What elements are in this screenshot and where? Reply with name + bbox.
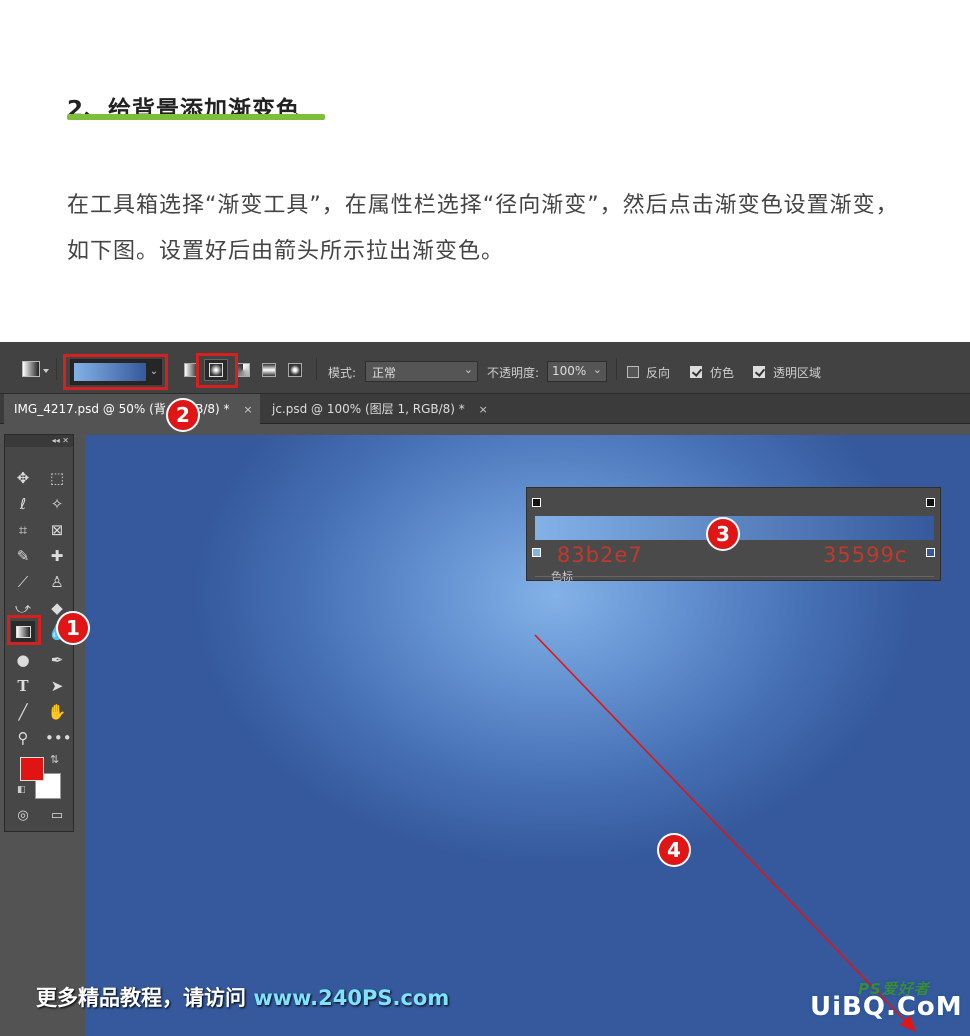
color-stop-right[interactable]: [926, 548, 935, 557]
gradient-picker-highlight: [63, 354, 168, 390]
foreground-color-swatch[interactable]: [20, 757, 44, 781]
divider: [56, 358, 57, 380]
step-badge-1: 1: [56, 611, 90, 645]
eyedropper-tool-icon[interactable]: ✎: [11, 545, 35, 567]
opacity-value: 100%: [552, 364, 587, 378]
photoshop-window: ⌄ 模式: 正常 ⌄ 不透明度: 100% ⌄ 反向 仿色 透明区域 IMG_4…: [0, 342, 970, 1036]
crop-tool-icon[interactable]: ⌗: [11, 519, 35, 541]
angle-gradient-button[interactable]: [236, 363, 250, 377]
left-color-hex: 83b2e7: [557, 543, 643, 567]
more-tools-icon[interactable]: •••: [45, 727, 72, 749]
move-tool-icon[interactable]: ✥: [11, 467, 35, 489]
watermark-url: www.240PS.com: [253, 986, 450, 1010]
close-icon[interactable]: ×: [243, 403, 252, 416]
stamp-tool-icon[interactable]: ♙: [45, 571, 69, 593]
opacity-stop-left[interactable]: [532, 498, 541, 507]
frame-tool-icon[interactable]: ⊠: [45, 519, 69, 541]
divider: [616, 358, 617, 380]
hand-tool-icon[interactable]: ✋: [45, 701, 69, 723]
opacity-input[interactable]: 100% ⌄: [547, 361, 607, 382]
magic-wand-tool-icon[interactable]: ✧: [45, 493, 69, 515]
tab-jc[interactable]: jc.psd @ 100% (图层 1, RGB/8) * ×: [262, 394, 498, 424]
dither-checkbox[interactable]: [690, 366, 702, 378]
swap-colors-icon[interactable]: ⇅: [50, 753, 59, 766]
path-selection-tool-icon[interactable]: ➤: [45, 675, 69, 697]
heading-underline: [67, 114, 325, 120]
diamond-gradient-button[interactable]: [288, 363, 302, 377]
step-badge-4: 4: [657, 833, 691, 867]
toolbox-header[interactable]: ◂◂ ✕: [5, 435, 73, 447]
healing-brush-tool-icon[interactable]: ✚: [45, 545, 69, 567]
reflected-gradient-button[interactable]: [262, 363, 276, 377]
color-stop-left[interactable]: [532, 548, 541, 557]
opacity-stop-right[interactable]: [926, 498, 935, 507]
step-badge-3: 3: [706, 517, 740, 551]
reverse-checkbox[interactable]: [627, 366, 639, 378]
right-color-hex: 35599c: [823, 543, 908, 567]
document-tabs: IMG_4217.psd @ 50% (背 GB/8) * × jc.psd @ …: [0, 394, 970, 424]
divider: [535, 576, 934, 577]
transparency-checkbox[interactable]: [753, 366, 765, 378]
type-tool-icon[interactable]: T: [11, 675, 35, 697]
chevron-down-icon[interactable]: ⌄: [593, 363, 602, 376]
brush-tool-icon[interactable]: ⟋: [11, 571, 35, 593]
watermark-text: 更多精品教程，请访问: [36, 986, 254, 1010]
uibq-watermark: PS爱好者 UiBQ.CoM: [810, 980, 963, 1022]
tool-preset-icon[interactable]: [22, 361, 40, 377]
options-bar: ⌄ 模式: 正常 ⌄ 不透明度: 100% ⌄ 反向 仿色 透明区域: [0, 342, 970, 394]
mode-label: 模式:: [328, 366, 357, 380]
mode-select[interactable]: 正常 ⌄: [365, 361, 478, 382]
opacity-label: 不透明度:: [487, 366, 540, 380]
pen-tool-icon[interactable]: ✒: [45, 649, 69, 671]
close-icon[interactable]: ×: [479, 403, 488, 416]
radial-gradient-highlight: [196, 353, 238, 388]
default-colors-icon[interactable]: ◧: [17, 785, 26, 795]
step-description: 在工具箱选择“渐变工具”，在属性栏选择“径向渐变”，然后点击渐变色设置渐变，如下…: [67, 193, 899, 264]
step-badge-2: 2: [166, 398, 200, 432]
tab-label: IMG_4217.psd @ 50% (背: [14, 402, 166, 416]
dodge-tool-icon[interactable]: ●: [11, 649, 35, 671]
tab-img4217[interactable]: IMG_4217.psd @ 50% (背 GB/8) * ×: [4, 394, 260, 424]
ps-logo-text: PS爱好者: [858, 980, 930, 998]
gradient-tool-highlight: [7, 615, 41, 645]
site-watermark: 更多精品教程，请访问 www.240PS.com: [36, 982, 449, 1012]
mode-value: 正常: [372, 366, 397, 380]
divider: [316, 358, 317, 380]
quick-mask-icon[interactable]: ◎: [11, 805, 35, 827]
lasso-tool-icon[interactable]: ℓ: [11, 493, 35, 515]
screen-mode-icon[interactable]: ▭: [45, 805, 69, 827]
chevron-down-icon: ⌄: [463, 363, 473, 376]
reverse-label: 反向: [646, 366, 671, 380]
zoom-tool-icon[interactable]: ⚲: [11, 727, 35, 749]
tab-label: jc.psd @ 100% (图层 1, RGB/8) *: [272, 402, 465, 416]
tool-preset-dropdown-icon[interactable]: [43, 369, 49, 373]
dither-label: 仿色: [710, 366, 735, 380]
marquee-tool-icon[interactable]: ⬚: [45, 467, 69, 489]
line-tool-icon[interactable]: ╱: [11, 701, 35, 723]
transparency-label: 透明区域: [773, 366, 822, 380]
article-section: 2、给背景添加渐变色 在工具箱选择“渐变工具”，在属性栏选择“径向渐变”，然后点…: [0, 0, 970, 342]
